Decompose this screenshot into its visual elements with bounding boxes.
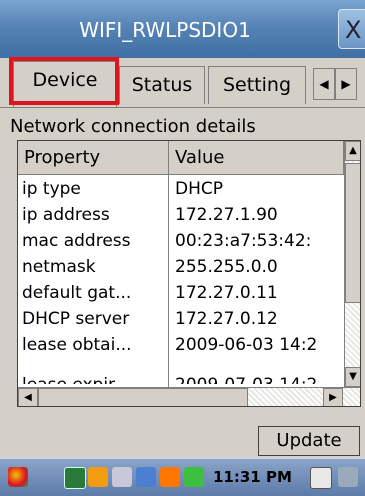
value-cell: 172.27.1.90	[175, 205, 278, 225]
arrow-up-icon: ▲	[349, 145, 357, 156]
value-cell: DHCP	[175, 179, 223, 199]
keyboard-icon[interactable]	[310, 467, 332, 489]
signal-icon[interactable]	[160, 467, 180, 487]
section-label: Network connection details	[10, 116, 256, 137]
table-row[interactable]: DHCP server 172.27.0.12	[18, 306, 344, 332]
table-row[interactable]: lease obtai... 2009-06-03 14:2	[18, 332, 344, 358]
arrow-right-icon: ▶	[341, 77, 351, 91]
taskbar: 11:31 PM	[0, 458, 365, 496]
update-button[interactable]: Update	[258, 426, 360, 456]
vertical-scrollbar[interactable]: ▲ ▼	[344, 141, 360, 387]
property-cell: ip type	[22, 179, 81, 199]
start-icon[interactable]	[8, 467, 28, 487]
property-cell: default gat...	[22, 283, 132, 303]
table-row[interactable]: mac address 00:23:a7:53:42:	[18, 228, 344, 254]
property-cell: DHCP server	[22, 309, 130, 329]
property-cell: lease expir...	[18, 372, 168, 384]
close-button[interactable]: X	[338, 9, 365, 49]
vertical-scroll-thumb[interactable]	[345, 163, 360, 303]
desktop-icon[interactable]	[338, 467, 358, 487]
scroll-up-button[interactable]: ▲	[345, 141, 360, 161]
battery-icon[interactable]	[64, 467, 86, 489]
table-row[interactable]: default gat... 172.27.0.11	[18, 280, 344, 306]
list-header: Property Value	[18, 141, 344, 175]
tab-device[interactable]: Device	[13, 61, 117, 107]
horizontal-scrollbar[interactable]: ◀ ▶	[18, 387, 360, 406]
arrow-left-icon: ◀	[24, 392, 32, 403]
scroll-right-button[interactable]: ▶	[323, 388, 343, 406]
network-details-list[interactable]: Property Value ip type DHCP ip address 1…	[17, 140, 361, 407]
value-cell: 00:23:a7:53:42:	[175, 231, 312, 251]
horizontal-scroll-thumb[interactable]	[38, 388, 248, 406]
table-row[interactable]: ip address 172.27.1.90	[18, 202, 344, 228]
close-icon: X	[345, 16, 362, 44]
column-header-value[interactable]: Value	[169, 141, 344, 174]
notification-icon[interactable]	[88, 467, 108, 487]
table-row[interactable]: ip type DHCP	[18, 176, 344, 202]
arrow-right-icon: ▶	[329, 392, 337, 403]
wifi-icon[interactable]	[184, 467, 204, 487]
tab-strip: Device Status Setting ◀ ▶	[0, 58, 365, 108]
property-cell: mac address	[22, 231, 131, 251]
taskbar-clock[interactable]: 11:31 PM	[213, 459, 292, 496]
window-title: WIFI_RWLPSDIO1	[79, 18, 251, 42]
connectivity-icon[interactable]	[136, 467, 156, 487]
property-cell: lease obtai...	[22, 335, 132, 355]
tab-scroll-left-button[interactable]: ◀	[313, 68, 335, 100]
value-cell: 172.27.0.12	[175, 309, 278, 329]
title-bar: WIFI_RWLPSDIO1 X	[0, 0, 365, 58]
property-cell: ip address	[22, 205, 110, 225]
column-header-property[interactable]: Property	[18, 141, 169, 174]
scroll-left-button[interactable]: ◀	[18, 388, 38, 406]
value-cell: 172.27.0.11	[175, 283, 278, 303]
arrow-left-icon: ◀	[319, 77, 329, 91]
arrow-down-icon: ▼	[349, 371, 357, 382]
table-row[interactable]: lease expir... 2009-07-03 14:2	[18, 358, 344, 384]
value-cell: 2009-07-03 14:2	[169, 372, 344, 384]
table-row[interactable]: netmask 255.255.0.0	[18, 254, 344, 280]
value-cell: 2009-06-03 14:2	[175, 335, 318, 355]
tab-status[interactable]: Status	[119, 66, 205, 104]
network-icon[interactable]	[112, 467, 132, 487]
tab-scroll-right-button[interactable]: ▶	[335, 68, 357, 100]
scroll-down-button[interactable]: ▼	[345, 367, 360, 387]
property-cell: netmask	[22, 257, 96, 277]
tab-setting[interactable]: Setting	[208, 66, 306, 104]
value-cell: 255.255.0.0	[175, 257, 278, 277]
